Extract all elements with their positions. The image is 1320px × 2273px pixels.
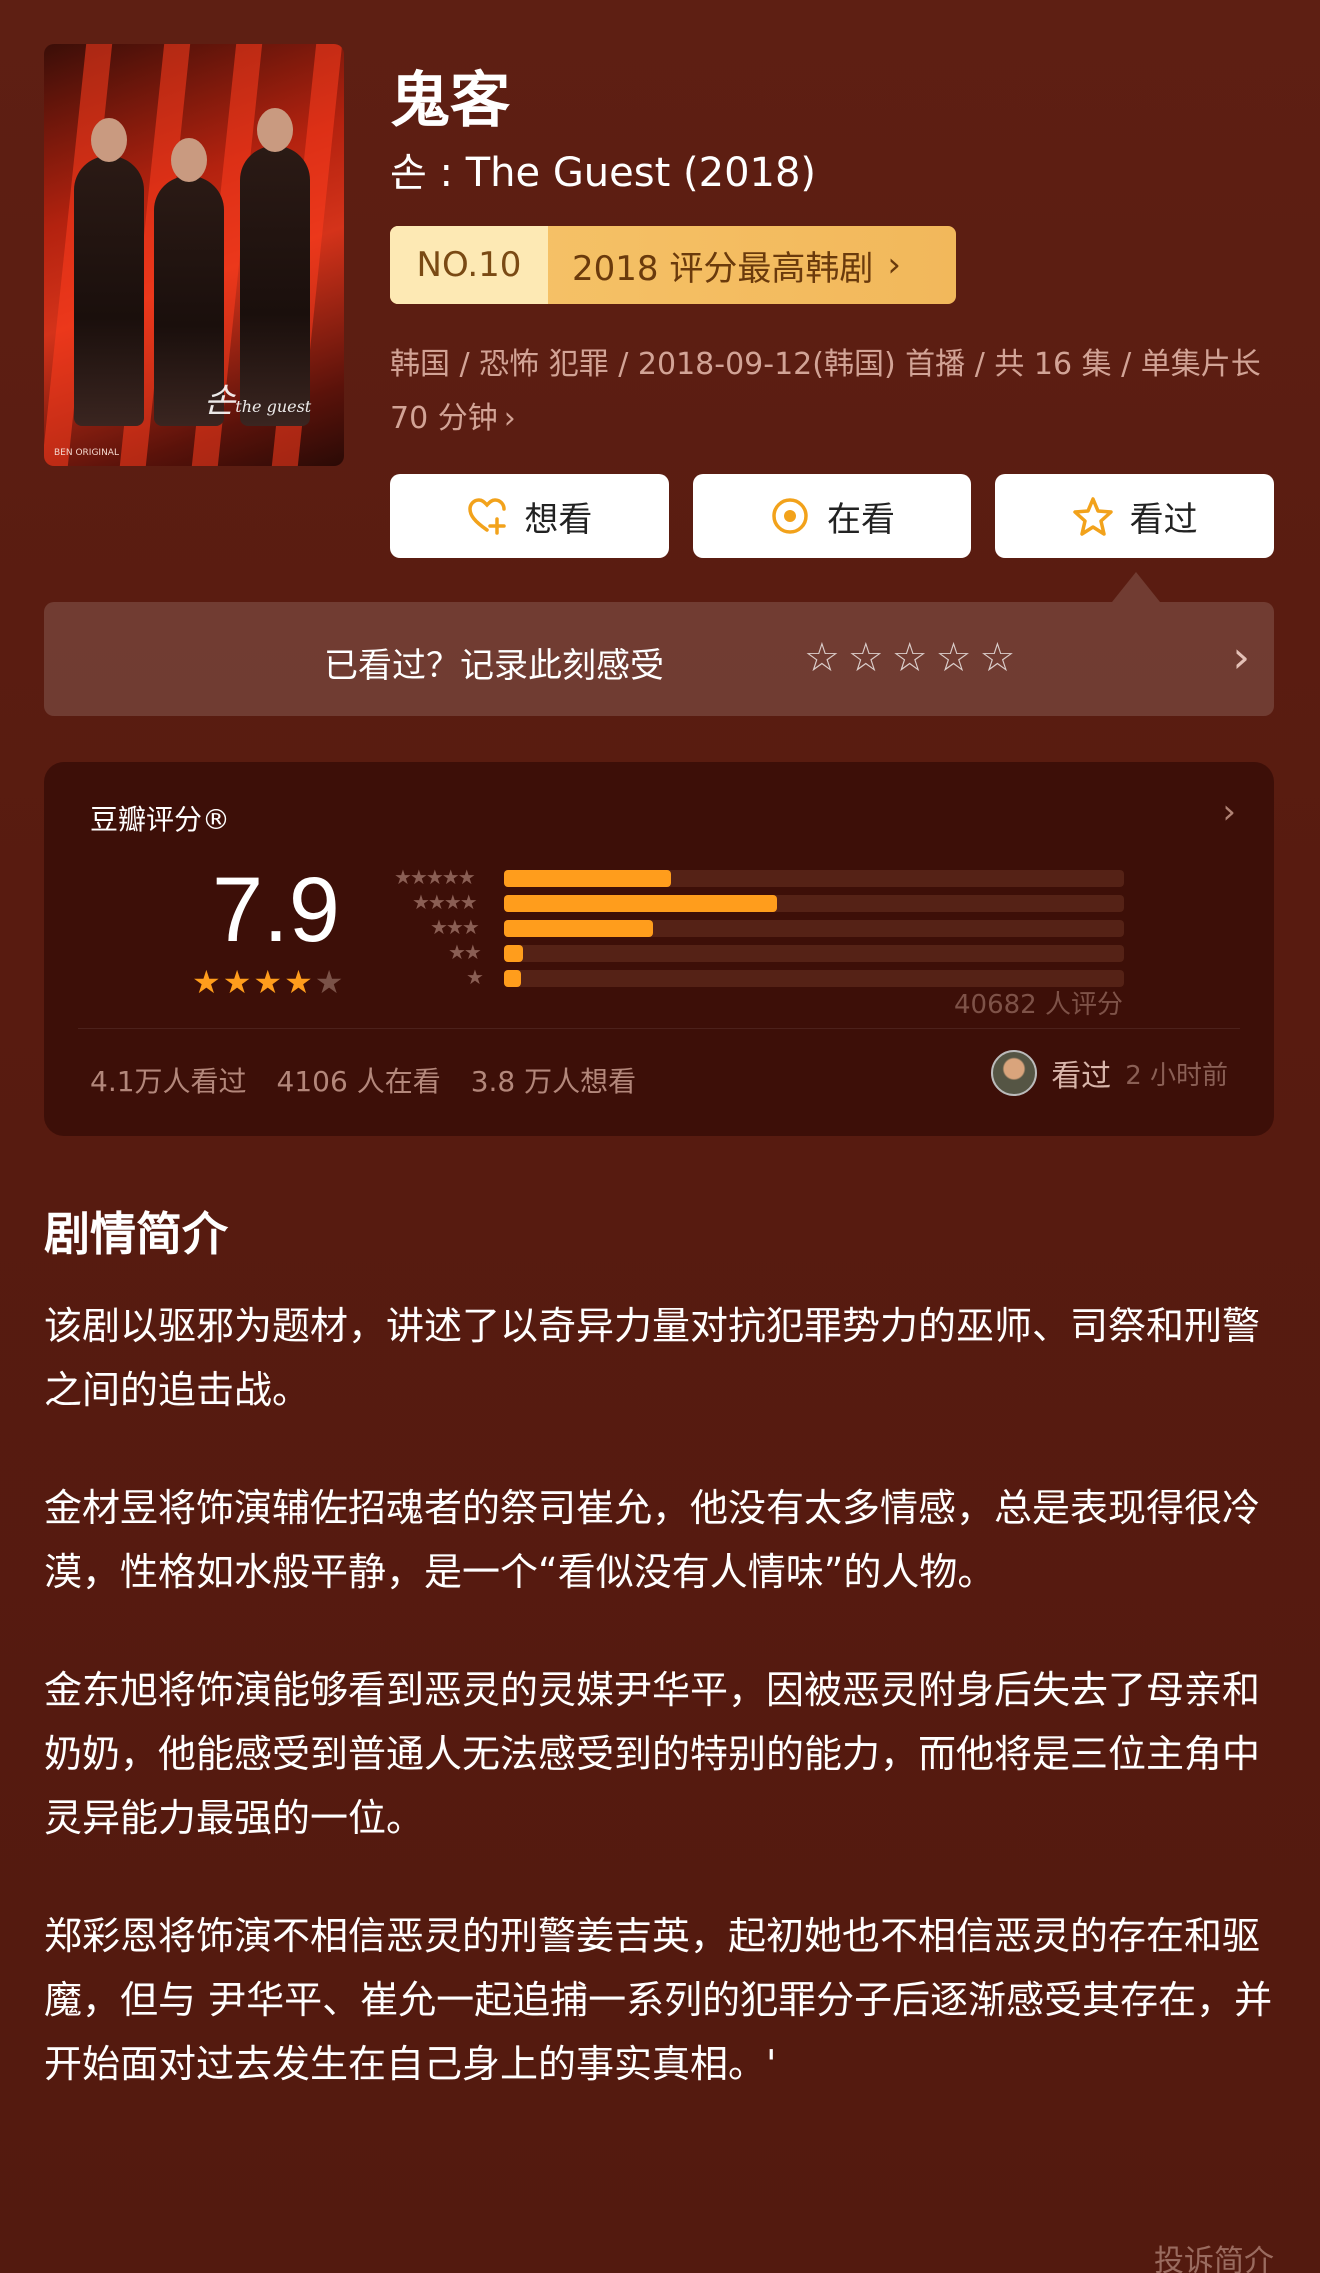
rating-stars: ★ ★ ★ ★ ★	[192, 966, 343, 998]
synopsis-paragraph: 该剧以驱邪为题材，讲述了以奇异力量对抗犯罪势力的巫师、司祭和刑警之间的追击战。	[44, 1304, 1261, 1412]
poster-credits: BEN ORIGINAL	[54, 448, 119, 458]
synopsis-body: 该剧以驱邪为题材，讲述了以奇异力量对抗犯罪势力的巫师、司祭和刑警之间的追击战。 …	[44, 1294, 1284, 2150]
star-filled-icon: ★	[253, 963, 283, 1001]
douban-rating-card[interactable]: 豆瓣评分® › 7.9 ★ ★ ★ ★ ★ ★★★★★ ★★★★ ★★★ ★★ ★ 40682 …	[44, 762, 1274, 1136]
distribution-bar	[504, 945, 523, 962]
heart-plus-icon	[466, 495, 508, 537]
recent-status: 看过	[1051, 1059, 1112, 1094]
chevron-right-icon: ›	[1232, 632, 1250, 683]
distribution-bar	[504, 970, 522, 987]
distribution-track	[504, 920, 1124, 937]
recent-activity[interactable]: 看过 2 小时前	[991, 1050, 1228, 1096]
rating-count: 40682 人评分	[954, 990, 1123, 1020]
star-outline-icon[interactable]: ☆	[804, 638, 840, 678]
target-icon	[769, 495, 811, 537]
distribution-bar	[504, 920, 653, 937]
page: 손the guest BEN ORIGINAL 鬼客 손 : The Guest…	[0, 0, 1320, 2273]
star-filled-icon: ★	[284, 963, 313, 1001]
distribution-bar	[504, 870, 672, 887]
poster-image[interactable]: 손the guest BEN ORIGINAL	[44, 44, 344, 466]
synopsis-title: 剧情简介	[44, 1207, 228, 1261]
show-meta[interactable]: 韩国 / 恐怖 犯罪 / 2018-09-12(韩国) 首播 / 共 16 集 …	[390, 338, 1270, 446]
synopsis-paragraph: 金材昱将饰演辅佐招魂者的祭司崔允，他没有太多情感，总是表现得很冷漠，性格如水般平…	[44, 1486, 1261, 1594]
record-prompt: 已看过？记录此刻感受	[324, 646, 664, 686]
page-title: 鬼客	[390, 66, 510, 136]
rating-score: 7.9	[212, 859, 340, 961]
star-outline-icon	[1072, 495, 1114, 537]
distribution-stars: ★★★★	[412, 890, 478, 914]
synopsis-paragraph: 郑彩恩将饰演不相信恶灵的刑警姜吉英，起初她也不相信恶灵的存在和驱魔，但与 尹华平…	[44, 1914, 1273, 2086]
want-to-watch-button[interactable]: 想看	[390, 474, 669, 558]
rating-source-label: 豆瓣评分®	[90, 803, 231, 836]
rank-label-wrap: 2018 评分最高韩剧 ›	[548, 226, 956, 304]
tooltip-pointer	[1112, 572, 1160, 602]
recent-time: 2 小时前	[1125, 1060, 1228, 1091]
avatar	[991, 1050, 1038, 1096]
stat-watching: 4106 人在看	[276, 1065, 441, 1098]
star-outline-icon[interactable]: ☆	[936, 638, 972, 678]
poster-logo: 손the guest	[204, 381, 312, 421]
chevron-right-icon: ›	[503, 401, 516, 436]
star-empty-icon: ★	[314, 963, 344, 1001]
star-outline-icon[interactable]: ☆	[979, 638, 1015, 678]
synopsis-paragraph: 金东旭将饰演能够看到恶灵的灵媒尹华平，因被恶灵附身后失去了母亲和奶奶，他能感受到…	[44, 1668, 1261, 1840]
distribution-track	[504, 895, 1124, 912]
stat-watched: 4.1万人看过	[90, 1065, 247, 1098]
distribution-stars: ★★	[448, 940, 482, 964]
report-synopsis-link[interactable]: 投诉简介	[1154, 2236, 1274, 2273]
stat-want: 3.8 万人想看	[470, 1065, 637, 1098]
distribution-stars: ★★★★★	[394, 865, 476, 889]
distribution-stars: ★★★	[430, 915, 480, 939]
chevron-right-icon: ›	[1222, 792, 1236, 832]
distribution-stars: ★	[466, 965, 484, 989]
distribution-bar	[504, 895, 777, 912]
ranking-badge[interactable]: NO.10 2018 评分最高韩剧 ›	[390, 226, 956, 304]
watching-label: 在看	[827, 499, 895, 540]
distribution-track	[504, 870, 1124, 887]
meta-text: 韩国 / 恐怖 犯罪 / 2018-09-12(韩国) 首播 / 共 16 集 …	[390, 347, 1261, 436]
star-filled-icon: ★	[222, 963, 252, 1001]
star-filled-icon: ★	[192, 963, 221, 1001]
distribution-track	[504, 945, 1124, 962]
rank-number: NO.10	[390, 226, 548, 304]
watch-stats: 4.1万人看过 4106 人在看 3.8 万人想看	[90, 1060, 636, 1100]
watched-label: 看过	[1129, 499, 1198, 540]
watching-button[interactable]: 在看	[692, 474, 972, 558]
action-buttons: 想看 在看 看过	[390, 474, 1275, 558]
rating-stars-input[interactable]: ☆ ☆ ☆ ☆ ☆	[804, 638, 1015, 678]
watched-button[interactable]: 看过	[995, 474, 1275, 558]
original-title: 손 : The Guest (2018)	[390, 150, 817, 196]
record-feeling-bar[interactable]: 已看过？记录此刻感受 ☆ ☆ ☆ ☆ ☆ ›	[44, 602, 1274, 716]
want-label: 想看	[524, 499, 593, 540]
star-outline-icon[interactable]: ☆	[848, 638, 884, 678]
star-outline-icon[interactable]: ☆	[892, 638, 928, 678]
divider	[78, 1028, 1240, 1029]
rank-label: 2018 评分最高韩剧	[572, 248, 874, 289]
chevron-right-icon: ›	[887, 245, 901, 285]
